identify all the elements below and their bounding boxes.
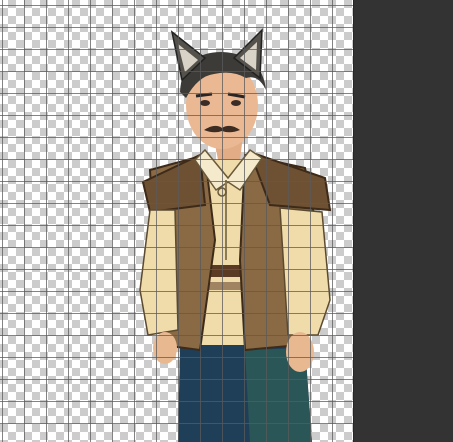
image-canvas[interactable] [0,0,353,442]
left-sleeve [139,209,179,336]
side-panel [353,0,453,442]
character-sprite [139,28,332,442]
right-sleeve [279,207,331,336]
